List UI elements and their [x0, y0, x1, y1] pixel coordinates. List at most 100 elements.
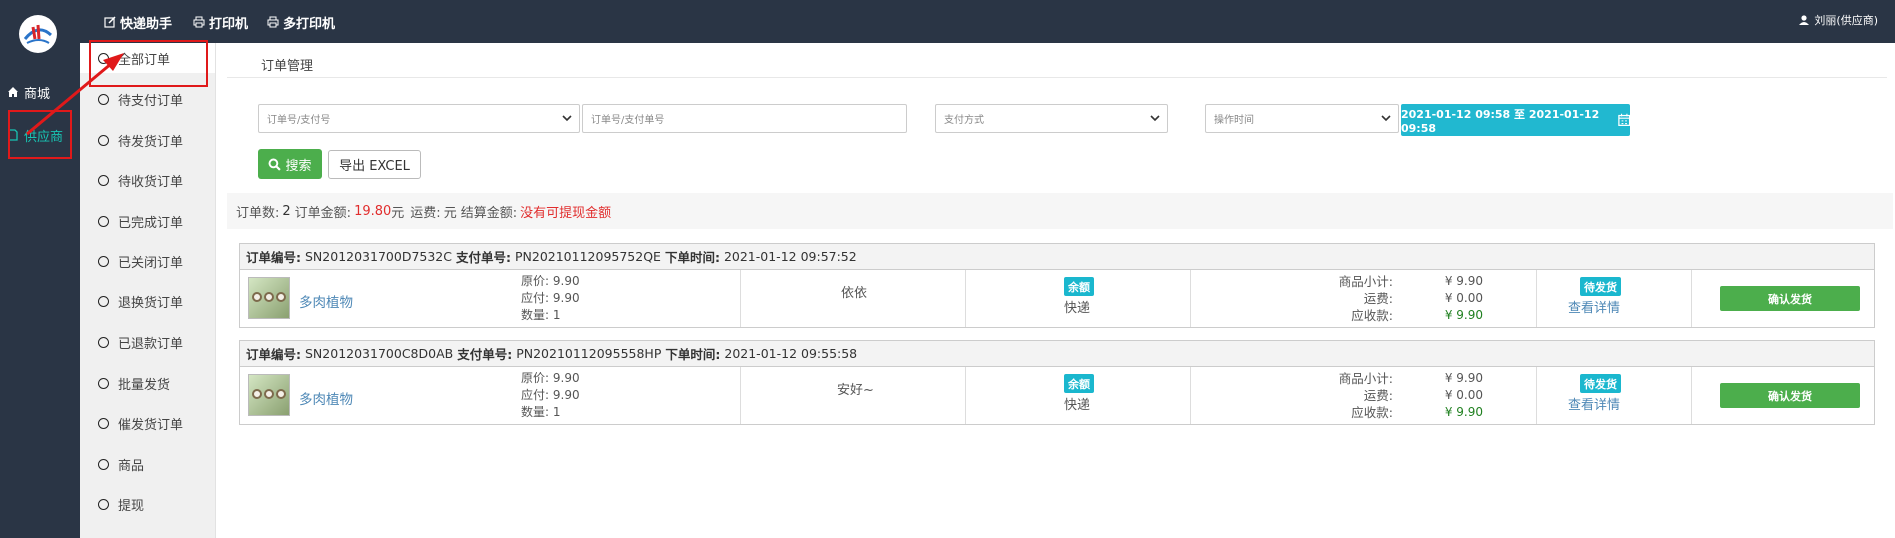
pay-no: PN20210112095752QE [514, 249, 661, 264]
payment-cell: 余额 快递 [966, 270, 1191, 327]
circle-icon [98, 215, 109, 227]
express-helper-button[interactable]: 快递助手 [104, 14, 172, 32]
order-no: SN2012031700C8D0AB [305, 346, 454, 361]
order-row: 多肉植物 原价: 9.90 应付: 9.90 数量: 1 依依 余额 快递 商品… [240, 270, 1874, 327]
annotation-box [89, 40, 208, 87]
annotation-box [8, 110, 72, 159]
settle-note: 没有可提现金额 [520, 205, 612, 221]
price-info: 原价: 9.90 应付: 9.90 数量: 1 [521, 370, 580, 421]
order-summary: 订单数: 2 订单金额: 19.80 元 运费: 元 结算金额: 没有可提现金额 [227, 193, 1893, 229]
subnav-label: 催发货订单 [118, 417, 184, 433]
orig-price: 9.90 [552, 371, 580, 385]
buyer-remark: 安好~ [837, 383, 874, 398]
payment-cell: 余额 快递 [966, 367, 1191, 424]
status-badge: 待发货 [1580, 374, 1621, 393]
pay-no-label: 支付单号: [455, 250, 511, 265]
confirm-ship-button[interactable]: 确认发货 [1720, 383, 1860, 408]
calendar-icon [1617, 113, 1630, 126]
shipping-method: 快递 [1064, 301, 1091, 316]
confirm-ship-button[interactable]: 确认发货 [1720, 286, 1860, 311]
order-no: SN2012031700D7532C [305, 249, 452, 264]
subnav-item-withdraw[interactable]: 提现 [80, 489, 215, 519]
buyer-remark: 依依 [841, 286, 868, 301]
circle-icon [98, 134, 109, 146]
subtotal-label: 商品小计: [1338, 274, 1393, 289]
user-name: 刘丽(供应商) [1814, 14, 1878, 27]
circle-icon [98, 417, 109, 429]
circle-icon [98, 174, 109, 186]
amount-values: ¥ 9.90 ¥ 0.00 ¥ 9.90 [1413, 273, 1483, 324]
user-menu[interactable]: 刘丽(供应商) [1798, 12, 1878, 28]
home-icon [8, 87, 18, 97]
order-time-label: 下单时间: [665, 347, 721, 362]
subnav-item-batch-ship[interactable]: 批量发货 [80, 368, 215, 398]
remark-cell: 依依 [741, 270, 966, 327]
printer-icon [193, 16, 205, 28]
pay-badge: 余额 [1064, 374, 1094, 393]
view-detail-link[interactable]: 查看详情 [1568, 297, 1620, 316]
product-name-link[interactable]: 多肉植物 [299, 388, 353, 408]
search-type-select[interactable]: 订单号/支付号 [258, 104, 580, 133]
search-button[interactable]: 搜索 [258, 149, 322, 179]
order-time-label: 下单时间: [664, 250, 720, 265]
subnav-label: 待收货订单 [118, 174, 184, 190]
subtotal: ¥ 9.90 [1444, 371, 1483, 385]
date-range-value: 2021-01-12 09:58 至 2021-01-12 09:58 [1401, 107, 1600, 135]
app-logo[interactable] [19, 15, 57, 53]
order-header: 订单编号: SN2012031700C8D0AB 支付单号: PN2021011… [240, 341, 1874, 367]
subnav-item-unpaid[interactable]: 待支付订单 [80, 84, 215, 114]
printer-button[interactable]: 打印机 [193, 14, 248, 32]
payable-label: 应付: [521, 388, 550, 402]
subnav-label: 批量发货 [118, 377, 171, 393]
export-excel-button[interactable]: 导出 EXCEL [328, 150, 421, 179]
circle-icon [98, 458, 109, 470]
subtotal: ¥ 9.90 [1444, 274, 1483, 288]
subnav-item-closed[interactable]: 已关闭订单 [80, 246, 215, 276]
pay-method-select[interactable]: 支付方式 [935, 104, 1168, 133]
rail-item-mall[interactable]: 商城 [0, 75, 80, 109]
multi-printer-button[interactable]: 多打印机 [267, 14, 336, 32]
subnav-item-refunded[interactable]: 已退款订单 [80, 327, 215, 357]
freight: ¥ 0.00 [1444, 388, 1483, 402]
subnav-item-to-ship[interactable]: 待发货订单 [80, 125, 215, 155]
subnav-item-completed[interactable]: 已完成订单 [80, 206, 215, 236]
payable: 9.90 [552, 388, 580, 402]
subnav-item-returns[interactable]: 退换货订单 [80, 286, 215, 316]
page-title: 订单管理 [261, 59, 314, 74]
chevron-down-icon [1381, 115, 1391, 122]
time-type-select[interactable]: 操作时间 [1205, 104, 1399, 133]
freight-unit: 元 [443, 205, 457, 221]
subnav-label: 已退款订单 [118, 336, 184, 352]
time-type-value: 操作时间 [1214, 115, 1254, 126]
order-no-placeholder: 订单号/支付单号 [591, 115, 665, 126]
top-bar: 快递助手 打印机 多打印机 刘丽(供应商) [80, 0, 1895, 43]
order-time: 2021-01-12 09:55:58 [724, 346, 858, 361]
receivable: ¥ 9.90 [1444, 405, 1483, 419]
subnav-item-products[interactable]: 商品 [80, 449, 215, 479]
order-no-label: 订单编号: [246, 347, 301, 362]
rail-item-label: 商城 [24, 86, 51, 102]
multi-printer-label: 多打印机 [283, 16, 336, 32]
chevron-down-icon [562, 115, 572, 122]
subnav-label: 已完成订单 [118, 215, 184, 231]
subnav-item-to-receive[interactable]: 待收货订单 [80, 165, 215, 195]
circle-icon [98, 295, 109, 307]
view-detail-link[interactable]: 查看详情 [1568, 394, 1620, 413]
freight-label: 运费: [1363, 291, 1393, 306]
printer-icon [267, 16, 279, 28]
subnav-item-ship-reminders[interactable]: 催发货订单 [80, 408, 215, 438]
circle-icon [98, 93, 109, 105]
search-button-label: 搜索 [285, 158, 312, 174]
quantity: 1 [552, 405, 561, 419]
product-cell: 多肉植物 原价: 9.90 应付: 9.90 数量: 1 [240, 367, 741, 424]
date-range-picker[interactable]: 2021-01-12 09:58 至 2021-01-12 09:58 [1401, 104, 1630, 136]
circle-icon [98, 377, 109, 389]
order-no-label: 订单编号: [246, 250, 301, 265]
status-cell: 待发货 查看详情 [1537, 270, 1692, 327]
order-count: 2 [282, 203, 291, 219]
main-content: 订单管理 订单号/支付号 订单号/支付单号 支付方式 操作时间 2021-01-… [217, 43, 1895, 538]
product-image[interactable] [248, 374, 290, 416]
order-no-input[interactable]: 订单号/支付单号 [582, 104, 907, 133]
subnav-label: 待支付订单 [118, 93, 184, 109]
amount-values: ¥ 9.90 ¥ 0.00 ¥ 9.90 [1413, 370, 1483, 421]
